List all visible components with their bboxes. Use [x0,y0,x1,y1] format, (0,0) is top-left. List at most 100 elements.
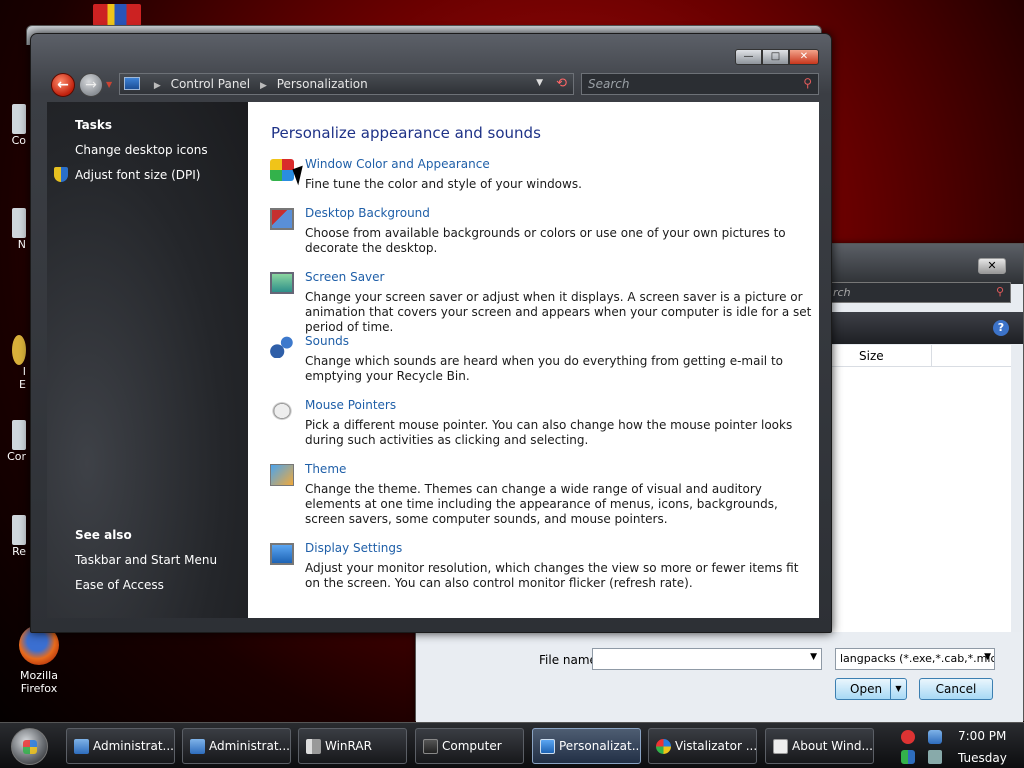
clock-time[interactable]: 7:00 PM [958,729,1006,743]
taskbar-button-label: WinRAR [325,739,372,753]
forward-button[interactable]: → [79,73,103,97]
desktop-icon-stub-4[interactable]: Cor [0,420,26,463]
taskbar-button-administrator-2[interactable]: Administrat... [182,728,291,764]
page-title: Personalize appearance and sounds [271,124,541,142]
link-sounds[interactable]: Sounds [305,334,349,348]
display-settings-icon[interactable] [270,543,294,565]
item-description: Change the theme. Themes can change a wi… [305,482,778,526]
screen-saver-icon[interactable] [270,272,294,294]
see-also-heading: See also [75,528,132,542]
shield-icon [54,167,68,182]
chevron-down-icon[interactable]: ▼ [890,679,906,699]
desktop-icon-stub-5[interactable]: Re [0,515,26,558]
desktop-icon-stub-1[interactable]: Co [0,104,26,147]
help-icon[interactable]: ? [993,320,1009,336]
search-input[interactable]: Search ⚲ [581,73,819,95]
breadcrumb-personalization[interactable]: Personalization [277,77,368,91]
taskbar-button-computer[interactable]: Computer [415,728,524,764]
sidebar-link-change-desktop-icons[interactable]: Change desktop icons [75,143,208,157]
taskbar: Administrat... Administrat... WinRAR Com… [0,722,1024,768]
theme-icon[interactable] [270,464,294,486]
admin-icon [74,739,89,754]
admin-icon [190,739,205,754]
taskbar-button-personalization[interactable]: Personalizat... [532,728,641,764]
clock-day[interactable]: Tuesday [958,751,1007,765]
taskbar-button-label: Computer [442,739,502,753]
file-dialog-footer: File name: ▼ langpacks (*.exe,*.cab,*.ml… [416,632,1023,722]
desktop-icon-stub-3[interactable]: IE [0,335,26,391]
sidebar-link-taskbar-start-menu[interactable]: Taskbar and Start Menu [75,553,217,567]
open-button[interactable]: Open ▼ [835,678,907,700]
file-dialog-close-button[interactable]: ✕ [978,258,1006,274]
search-placeholder: Search [588,77,630,91]
tasks-heading: Tasks [75,118,113,132]
breadcrumb-control-panel[interactable]: Control Panel [171,77,251,91]
vistalizator-icon [656,739,671,754]
taskbar-button-label: Administrat... [209,739,290,753]
network-icon[interactable] [928,730,942,744]
link-screen-saver[interactable]: Screen Saver [305,270,384,284]
file-type-select[interactable]: langpacks (*.exe,*.cab,*.mlc) ▼ [835,648,995,670]
link-mouse-pointers[interactable]: Mouse Pointers [305,398,396,412]
windows-logo-icon [23,740,37,754]
sidebar-link-adjust-font-size[interactable]: Adjust font size (DPI) [75,168,200,182]
notification-area: 7:00 PM Tuesday [895,725,1024,767]
sounds-icon[interactable] [270,336,294,358]
link-display-settings[interactable]: Display Settings [305,541,402,555]
taskbar-button-label: About Wind... [792,739,873,753]
breadcrumb-separator-icon[interactable]: ▶ [154,81,161,91]
sidebar-link-ease-of-access[interactable]: Ease of Access [75,578,164,592]
about-windows-icon [773,739,788,754]
control-panel-icon [124,77,140,90]
personalization-window[interactable]: — □ ✕ ← → ▼ ▶ Control Panel ▶ Personaliz… [30,33,832,633]
security-alert-icon[interactable] [901,730,915,744]
start-button[interactable] [11,728,48,765]
file-list[interactable] [831,367,1011,632]
taskbar-button-administrator-1[interactable]: Administrat... [66,728,175,764]
link-theme[interactable]: Theme [305,462,346,476]
item-description: Change which sounds are heard when you d… [305,354,783,383]
address-bar[interactable]: ▶ Control Panel ▶ Personalization ▼ ⟲ [119,73,574,95]
column-header-size[interactable]: Size [859,349,884,363]
volume-muted-icon[interactable] [928,750,942,764]
refresh-icon[interactable]: ⟲ [556,76,567,91]
search-icon[interactable]: ⚲ [996,285,1004,298]
item-description: Adjust your monitor resolution, which ch… [305,561,799,590]
color-appearance-icon[interactable] [270,159,294,181]
taskbar-button-winrar[interactable]: WinRAR [298,728,407,764]
address-dropdown-icon[interactable]: ▼ [536,78,543,88]
recent-pages-dropdown[interactable]: ▼ [106,80,112,89]
file-type-value: langpacks (*.exe,*.cab,*.mlc) [840,652,995,665]
desktop-icon-label-line1: Mozilla [20,669,58,682]
taskbar-button-label: Vistalizator ... [675,739,757,753]
computer-icon [423,739,438,754]
desktop-icon-firefox[interactable]: Mozilla Firefox [9,625,69,695]
taskbar-button-label: Administrat... [93,739,174,753]
item-description: Choose from available backgrounds or col… [305,226,786,255]
desktop-icon-stub-2[interactable]: N [0,208,26,251]
item-description: Fine tune the color and style of your wi… [305,177,582,191]
cancel-button[interactable]: Cancel [919,678,993,700]
breadcrumb-separator-icon[interactable]: ▶ [260,81,267,91]
file-dialog-search-placeholder: rch [833,286,851,299]
open-button-label: Open [850,682,883,696]
back-button[interactable]: ← [51,73,75,97]
file-name-input[interactable]: ▼ [592,648,822,670]
taskbar-button-vistalizator[interactable]: Vistalizator ... [648,728,757,764]
column-separator[interactable] [931,345,932,367]
close-button[interactable]: ✕ [789,49,819,65]
winrar-desktop-icon[interactable] [93,4,141,26]
minimize-button[interactable]: — [735,49,762,65]
link-desktop-background[interactable]: Desktop Background [305,206,430,220]
maximize-button[interactable]: □ [762,49,789,65]
link-window-color-appearance[interactable]: Window Color and Appearance [305,157,490,171]
item-description: Change your screen saver or adjust when … [305,290,812,334]
chevron-down-icon[interactable]: ▼ [810,652,817,662]
chevron-down-icon[interactable]: ▼ [984,652,991,662]
desktop-background-icon[interactable] [270,208,294,230]
search-icon[interactable]: ⚲ [803,76,812,90]
mouse-pointers-icon[interactable] [270,400,294,422]
file-dialog-search-input[interactable]: rch ⚲ [826,282,1011,303]
taskbar-button-about-windows[interactable]: About Wind... [765,728,874,764]
security-center-icon[interactable] [901,750,915,764]
